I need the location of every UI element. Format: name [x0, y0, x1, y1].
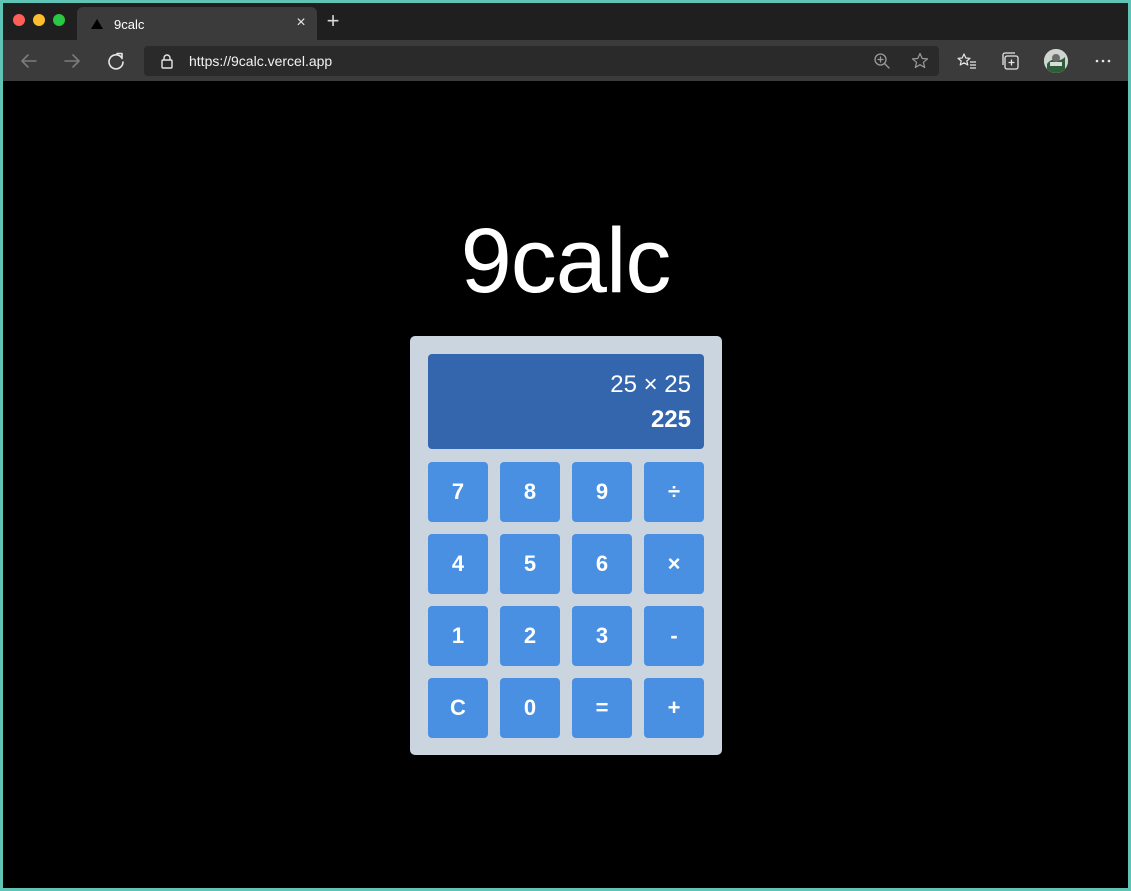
close-window-button[interactable]	[13, 14, 25, 26]
key-6[interactable]: 6	[572, 534, 632, 594]
key-4[interactable]: 4	[428, 534, 488, 594]
tab-close-icon[interactable]: ×	[293, 15, 309, 31]
keypad: 7 8 9 ÷ 4 5 6 × 1 2 3 - C 0 = +	[428, 462, 704, 738]
key-8[interactable]: 8	[500, 462, 560, 522]
url-text: https://9calc.vercel.app	[189, 53, 333, 69]
vercel-favicon-icon	[90, 17, 104, 31]
reload-icon[interactable]	[105, 50, 127, 72]
key-multiply[interactable]: ×	[644, 534, 704, 594]
profile-avatar[interactable]	[1044, 49, 1068, 73]
key-subtract[interactable]: -	[644, 606, 704, 666]
page-content: 9calc 25 × 25 225 7 8 9 ÷ 4 5 6 × 1 2 3 …	[3, 81, 1128, 888]
key-3[interactable]: 3	[572, 606, 632, 666]
browser-window: 9calc × + https://9calc.vercel.app 9calc…	[3, 3, 1128, 888]
result-text: 225	[650, 406, 691, 433]
new-tab-button[interactable]: +	[324, 10, 342, 32]
minimize-window-button[interactable]	[33, 14, 45, 26]
favorite-star-icon[interactable]	[910, 51, 930, 71]
key-5[interactable]: 5	[500, 534, 560, 594]
key-9[interactable]: 9	[572, 462, 632, 522]
address-bar[interactable]: https://9calc.vercel.app	[144, 46, 939, 76]
key-add[interactable]: +	[644, 678, 704, 738]
maximize-window-button[interactable]	[53, 14, 65, 26]
calculator: 25 × 25 225 7 8 9 ÷ 4 5 6 × 1 2 3 - C 0 …	[410, 336, 722, 755]
calculator-display: 25 × 25 225	[428, 354, 704, 449]
expression-text: 25 × 25	[610, 371, 691, 398]
tab-title: 9calc	[114, 17, 145, 32]
more-menu-icon[interactable]	[1092, 50, 1114, 72]
browser-tab[interactable]: 9calc ×	[77, 7, 317, 40]
key-2[interactable]: 2	[500, 606, 560, 666]
key-equals[interactable]: =	[572, 678, 632, 738]
tab-strip: 9calc × +	[3, 3, 1128, 40]
collections-icon[interactable]	[1000, 50, 1022, 72]
zoom-icon[interactable]	[872, 51, 892, 71]
key-clear[interactable]: C	[428, 678, 488, 738]
lock-icon	[159, 53, 175, 69]
page-title: 9calc	[460, 210, 672, 312]
key-1[interactable]: 1	[428, 606, 488, 666]
key-7[interactable]: 7	[428, 462, 488, 522]
forward-icon[interactable]	[61, 50, 83, 72]
browser-toolbar: https://9calc.vercel.app	[3, 40, 1128, 81]
key-0[interactable]: 0	[500, 678, 560, 738]
key-divide[interactable]: ÷	[644, 462, 704, 522]
back-icon[interactable]	[18, 50, 40, 72]
favorites-list-icon[interactable]	[956, 50, 978, 72]
